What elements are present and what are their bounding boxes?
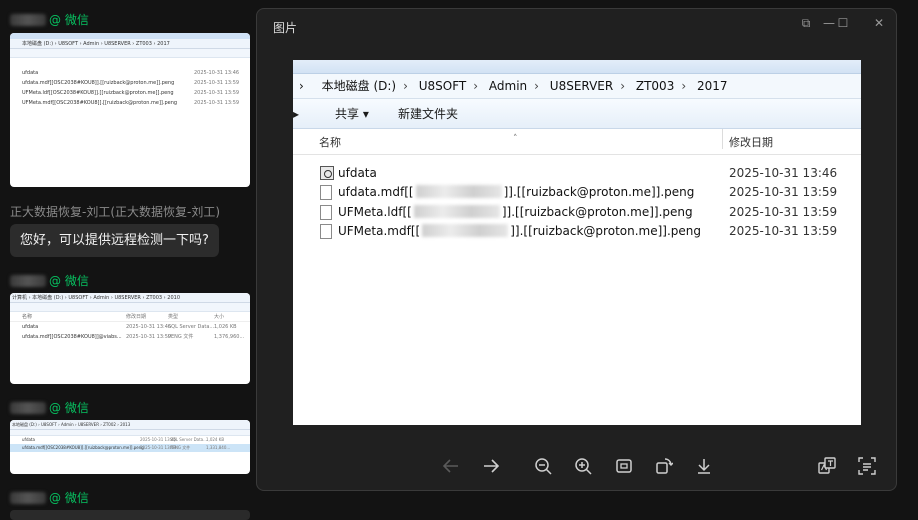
blurred-name (10, 274, 46, 287)
fit-screen-icon[interactable] (612, 454, 636, 478)
explorer-address-bar: › 本地磁盘 (D:) › U8SOFT › Admin › U8SERVER › ZT… (293, 73, 861, 99)
text-message-bubble[interactable]: 您好，可以提供远程检测一下吗? (10, 224, 219, 257)
thumb-path: 计算机 › 本地磁盘 (D:) › U8SOFT › Admin › U8SER… (10, 293, 250, 303)
pin-icon[interactable]: ⧉ (794, 15, 818, 31)
thumb-row: ufdata.mdf[[OSC2038#KOU8]].[[ruizback@pr… (10, 444, 250, 452)
breadcrumb-item: U8SERVER (549, 79, 614, 93)
pixelated-redaction (415, 185, 502, 198)
text-extract-icon[interactable] (855, 454, 879, 478)
screenshot-image[interactable]: › 本地磁盘 (D:) › U8SOFT › Admin › U8SERVER › ZT… (293, 60, 861, 425)
message-sender: @ 微信 (10, 272, 89, 289)
rotate-icon[interactable] (652, 454, 676, 478)
sort-caret-icon: ˄ (513, 134, 518, 144)
image-message-2[interactable]: 计算机 › 本地磁盘 (D:) › U8SOFT › Admin › U8SER… (10, 293, 250, 384)
image-message-3[interactable]: 本地磁盘 (D:) › U8SOFT › Admin › U8SERVER › … (10, 420, 250, 474)
image-message-1[interactable]: 本地磁盘 (D:) › U8SOFT › Admin › U8SERVER › … (10, 33, 250, 187)
breadcrumb-item: U8SOFT (418, 79, 467, 93)
breadcrumb-item: Admin (488, 79, 528, 93)
thumb-path: 本地磁盘 (D:) › U8SOFT › Admin › U8SERVER › … (10, 420, 250, 430)
thumb-row: ufdata.mdf[[OSC2038#KOU8]].[[ruizback@pr… (22, 80, 240, 86)
file-row: UFMeta.ldf[[]].[[ruizback@proton.me]].pe… (319, 203, 859, 222)
file-icon (320, 224, 332, 239)
message-sender: @ 微信 (10, 11, 89, 28)
thumb-header: 名称 修改日期 类型 大小 (10, 312, 250, 322)
breadcrumb-item: 本地磁盘 (D:) (321, 79, 397, 93)
file-row: ufdata.mdf[[]].[[ruizback@proton.me]].pe… (319, 183, 859, 202)
close-button[interactable]: ✕ (867, 15, 891, 31)
thumb-row: ufdata 2025-10-31 13:46 SQL Server Data...… (22, 324, 237, 330)
new-folder-button: 新建文件夹 (398, 107, 459, 121)
viewer-toolbar (257, 454, 898, 478)
arrow-right-icon[interactable] (479, 454, 503, 478)
file-icon (320, 205, 332, 220)
explorer-toolbar: ▸ 共享 ▾ 新建文件夹 (293, 99, 861, 129)
file-icon (320, 185, 332, 200)
zoom-in-icon[interactable] (571, 454, 595, 478)
thumb-row: ufdata.mdf[[OSC2038#KOU8]]@viabs... 2025-… (22, 334, 245, 340)
arrow-left-icon[interactable] (439, 454, 463, 478)
image-message-4[interactable] (10, 510, 250, 520)
file-row: ufdata 2025-10-31 13:46 (319, 164, 859, 183)
translate-icon[interactable] (815, 454, 839, 478)
chat-history: @ 微信 本地磁盘 (D:) › U8SOFT › Admin › U8SERV… (0, 0, 256, 520)
database-file-icon (320, 166, 334, 180)
thumb-row: UFMeta.ldf[[OSC2038#KOU8]].[[ruizback@pr… (22, 90, 240, 96)
thumb-row: ufdata 2025-10-31 13:46 SQL Server Data...… (22, 437, 225, 442)
toolbar-arrow: ▸ (293, 107, 300, 121)
file-row: UFMeta.mdf[[]].[[ruizback@proton.me]].pe… (319, 222, 859, 241)
pixelated-redaction (413, 205, 500, 218)
blurred-name (10, 13, 46, 26)
image-viewer-window: 图片 ⧉ — ☐ ✕ › 本地磁盘 (D:) › U8SOFT › Admin › U… (256, 8, 897, 491)
blurred-name (10, 401, 46, 414)
message-sender: @ 微信 (10, 399, 89, 416)
zoom-out-icon[interactable] (531, 454, 555, 478)
viewer-title: 图片 (273, 21, 298, 35)
thumb-path: 本地磁盘 (D:) › U8SOFT › Admin › U8SERVER › … (10, 39, 250, 49)
pixelated-redaction (422, 224, 509, 237)
breadcrumb-item: ZT003 (635, 79, 675, 93)
breadcrumb-item: 2017 (696, 79, 728, 93)
maximize-button[interactable]: ☐ (831, 15, 855, 31)
message-sender: @ 微信 (10, 489, 89, 506)
thumb-row: UFMeta.mdf[[OSC2038#KOU8]].[[ruizback@pr… (22, 100, 240, 106)
share-menu: 共享 ▾ (335, 107, 369, 121)
address-start-chevron: › (299, 79, 304, 93)
thumb-row: ufdata 2025-10-31 13:46 (22, 70, 240, 76)
blurred-name (10, 491, 46, 504)
column-header: ˄ 名称 修改日期 (293, 129, 861, 155)
download-icon[interactable] (692, 454, 716, 478)
column-name: 名称 (319, 136, 341, 149)
sender-nickname: 正大数据恢复-刘工(正大数据恢复-刘工) (10, 205, 221, 219)
column-date: 修改日期 (729, 136, 773, 149)
